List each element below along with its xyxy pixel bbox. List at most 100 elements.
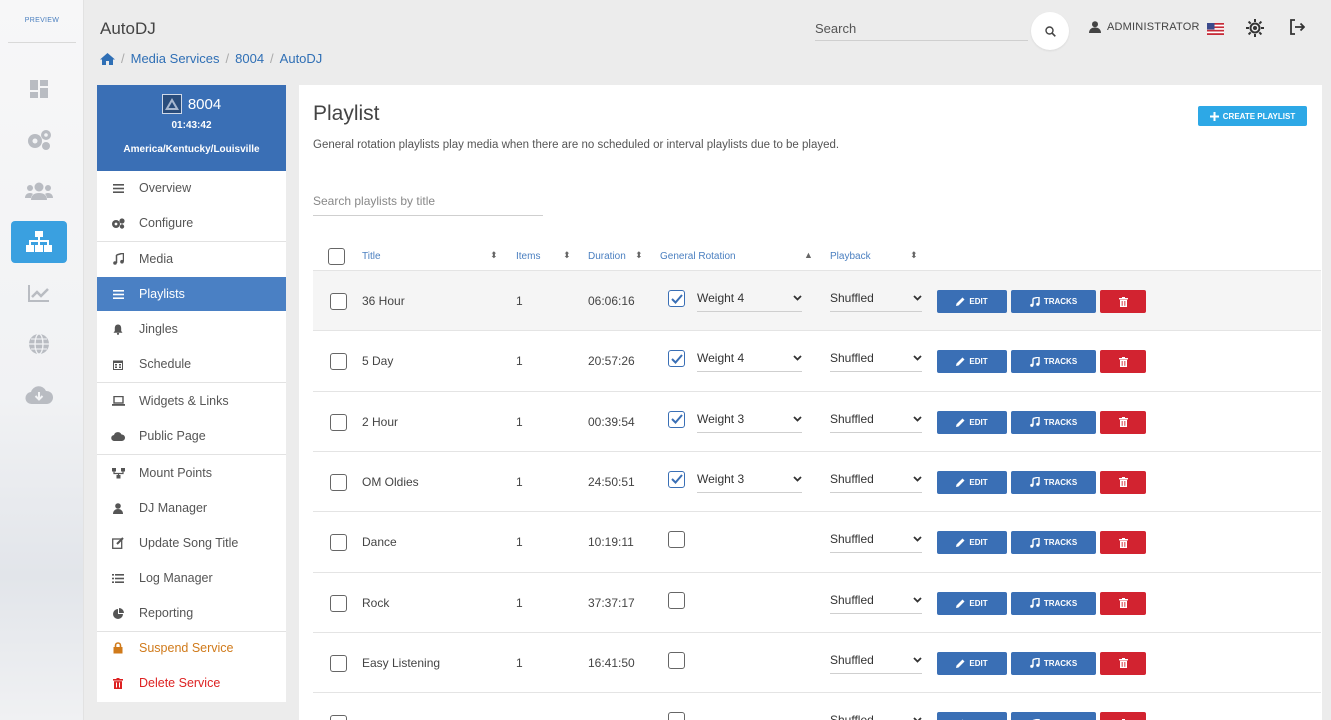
column-general-rotation[interactable]: General Rotation [660, 251, 736, 262]
rail-users[interactable] [11, 170, 67, 212]
edit-button[interactable]: EDIT [937, 651, 1007, 675]
theme-toggle[interactable] [1246, 19, 1264, 42]
row-checkbox[interactable] [330, 594, 347, 612]
sort-icon[interactable]: ⬍ [563, 250, 571, 261]
row-checkbox[interactable] [330, 715, 347, 720]
tracks-button[interactable]: TRACKS [1011, 470, 1096, 494]
menu-item-configure[interactable]: Configure [97, 206, 286, 240]
menu-item-delete-service[interactable]: Delete Service [97, 666, 286, 700]
edit-button[interactable]: EDIT [937, 290, 1007, 313]
menu-item-dj-manager[interactable]: DJ Manager [97, 491, 286, 525]
rail-settings[interactable] [11, 119, 67, 161]
menu-item-log-manager[interactable]: Log Manager [97, 561, 286, 595]
user-menu[interactable]: ADMINISTRATOR [1089, 21, 1200, 33]
home-icon[interactable] [100, 52, 115, 65]
general-rotation-checkbox[interactable] [668, 591, 685, 609]
playback-select[interactable]: Shuffled [830, 406, 922, 433]
general-rotation-checkbox[interactable] [668, 410, 685, 428]
menu-item-playlists[interactable]: Playlists [97, 277, 286, 311]
rail-downloads[interactable] [11, 374, 67, 416]
menu-item-schedule[interactable]: Schedule [97, 347, 286, 381]
edit-button[interactable]: EDIT [937, 712, 1007, 720]
sort-asc-icon[interactable]: ▲ [804, 250, 813, 260]
breadcrumb-media-services[interactable]: Media Services [131, 51, 220, 66]
row-checkbox[interactable] [330, 473, 347, 491]
tracks-button[interactable]: TRACKS [1011, 410, 1096, 434]
weight-select[interactable]: Weight 4 [697, 345, 802, 373]
playback-select[interactable]: Shuffled [830, 647, 922, 674]
row-checkbox[interactable] [330, 654, 347, 672]
menu-item-overview[interactable]: Overview [97, 171, 286, 205]
general-rotation-checkbox[interactable] [668, 651, 685, 669]
playback-select[interactable]: Shuffled [830, 466, 922, 493]
row-checkbox[interactable] [330, 413, 347, 431]
tracks-button[interactable]: TRACKS [1011, 651, 1096, 675]
row-checkbox[interactable] [330, 293, 347, 310]
breadcrumb-service[interactable]: 8004 [235, 51, 264, 66]
edit-button[interactable]: EDIT [937, 470, 1007, 494]
sort-icon[interactable]: ⬍ [910, 250, 918, 261]
menu-item-media[interactable]: Media [97, 242, 286, 276]
weight-select[interactable]: Weight 4 [697, 285, 802, 312]
playback-select[interactable]: Shuffled [830, 526, 922, 554]
rail-media-services[interactable] [11, 221, 67, 263]
delete-button[interactable] [1100, 290, 1146, 313]
row-checkbox[interactable] [330, 534, 347, 552]
tracks-button[interactable]: TRACKS [1011, 712, 1096, 720]
delete-button[interactable] [1100, 651, 1146, 675]
tracks-button[interactable]: TRACKS [1011, 290, 1096, 313]
general-rotation-checkbox[interactable] [668, 350, 685, 368]
general-rotation-checkbox[interactable] [668, 470, 685, 488]
general-rotation-checkbox[interactable] [668, 531, 685, 549]
menu-item-update-song-title[interactable]: Update Song Title [97, 526, 286, 560]
edit-button[interactable]: EDIT [937, 350, 1007, 374]
playlist-search-input[interactable] [313, 194, 543, 208]
delete-button[interactable] [1100, 591, 1146, 615]
sort-icon[interactable]: ⬍ [490, 250, 498, 261]
playback-select[interactable]: Shuffled [830, 345, 922, 373]
edit-button[interactable]: EDIT [937, 531, 1007, 555]
delete-button[interactable] [1100, 531, 1146, 555]
list-ul-icon [112, 573, 124, 583]
rail-dashboard[interactable] [11, 68, 67, 110]
table-row: OM Oldies 1 24:50:51 Weight 3 Shuffled EDIT TR… [313, 450, 1321, 512]
edit-button[interactable]: EDIT [937, 410, 1007, 434]
rail-network[interactable] [11, 323, 67, 365]
tracks-button[interactable]: TRACKS [1011, 531, 1096, 555]
menu-item-public-page[interactable]: Public Page [97, 419, 286, 453]
delete-button[interactable] [1100, 712, 1146, 720]
weight-select[interactable]: Weight 3 [697, 466, 802, 493]
menu-item-suspend-service[interactable]: Suspend Service [97, 631, 286, 665]
menu-item-widgets[interactable]: Widgets & Links [97, 384, 286, 418]
menu-item-reporting[interactable]: Reporting [97, 596, 286, 630]
delete-button[interactable] [1100, 350, 1146, 374]
column-playback[interactable]: Playback [830, 251, 871, 262]
playback-select[interactable]: Shuffled [830, 285, 922, 312]
logout-button[interactable] [1289, 19, 1306, 40]
search-input[interactable] [815, 21, 1028, 36]
tracks-button[interactable]: TRACKS [1011, 350, 1096, 374]
delete-button[interactable] [1100, 410, 1146, 434]
edit-label: EDIT [969, 477, 988, 487]
menu-item-mount-points[interactable]: Mount Points [97, 456, 286, 490]
column-title[interactable]: Title [362, 251, 381, 262]
general-rotation-checkbox[interactable] [668, 290, 685, 307]
menu-item-jingles[interactable]: Jingles [97, 312, 286, 346]
general-rotation-checkbox[interactable] [668, 712, 685, 720]
tracks-button[interactable]: TRACKS [1011, 591, 1096, 615]
create-playlist-button[interactable]: CREATE PLAYLIST [1198, 106, 1307, 126]
select-all-checkbox[interactable] [328, 248, 345, 265]
rail-statistics[interactable] [11, 272, 67, 314]
column-duration[interactable]: Duration [588, 251, 626, 262]
search-button[interactable] [1031, 12, 1069, 50]
weight-select[interactable]: Weight 3 [697, 406, 802, 433]
language-selector[interactable] [1207, 22, 1224, 40]
edit-button[interactable]: EDIT [937, 591, 1007, 615]
playback-select[interactable]: Shuffled [830, 707, 922, 720]
playback-select[interactable]: Shuffled [830, 587, 922, 614]
column-items[interactable]: Items [516, 251, 540, 262]
delete-button[interactable] [1100, 470, 1146, 494]
row-checkbox[interactable] [330, 353, 347, 371]
sort-icon[interactable]: ⬍ [635, 250, 643, 261]
breadcrumb-autodj[interactable]: AutoDJ [280, 51, 323, 66]
